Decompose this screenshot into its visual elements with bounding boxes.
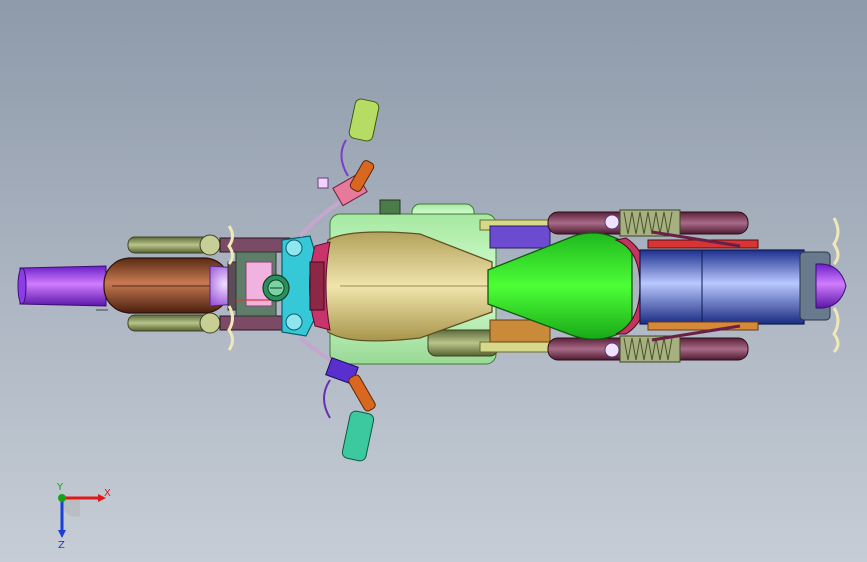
taillight[interactable] xyxy=(799,217,847,354)
left-mirror[interactable] xyxy=(348,98,380,142)
orientation-triad: X Y Z xyxy=(56,482,111,550)
front-wheel[interactable] xyxy=(17,257,231,314)
right-mirror[interactable] xyxy=(341,410,375,462)
cad-graphics-viewport[interactable]: X Y Z xyxy=(0,0,867,562)
z-axis-label: Z xyxy=(58,540,65,550)
y-axis-label: Y xyxy=(56,482,64,493)
y-axis-dot xyxy=(58,494,66,502)
x-axis-label: X xyxy=(104,488,111,499)
motorcycle-model[interactable] xyxy=(0,0,867,562)
rear-fender[interactable] xyxy=(639,230,805,342)
